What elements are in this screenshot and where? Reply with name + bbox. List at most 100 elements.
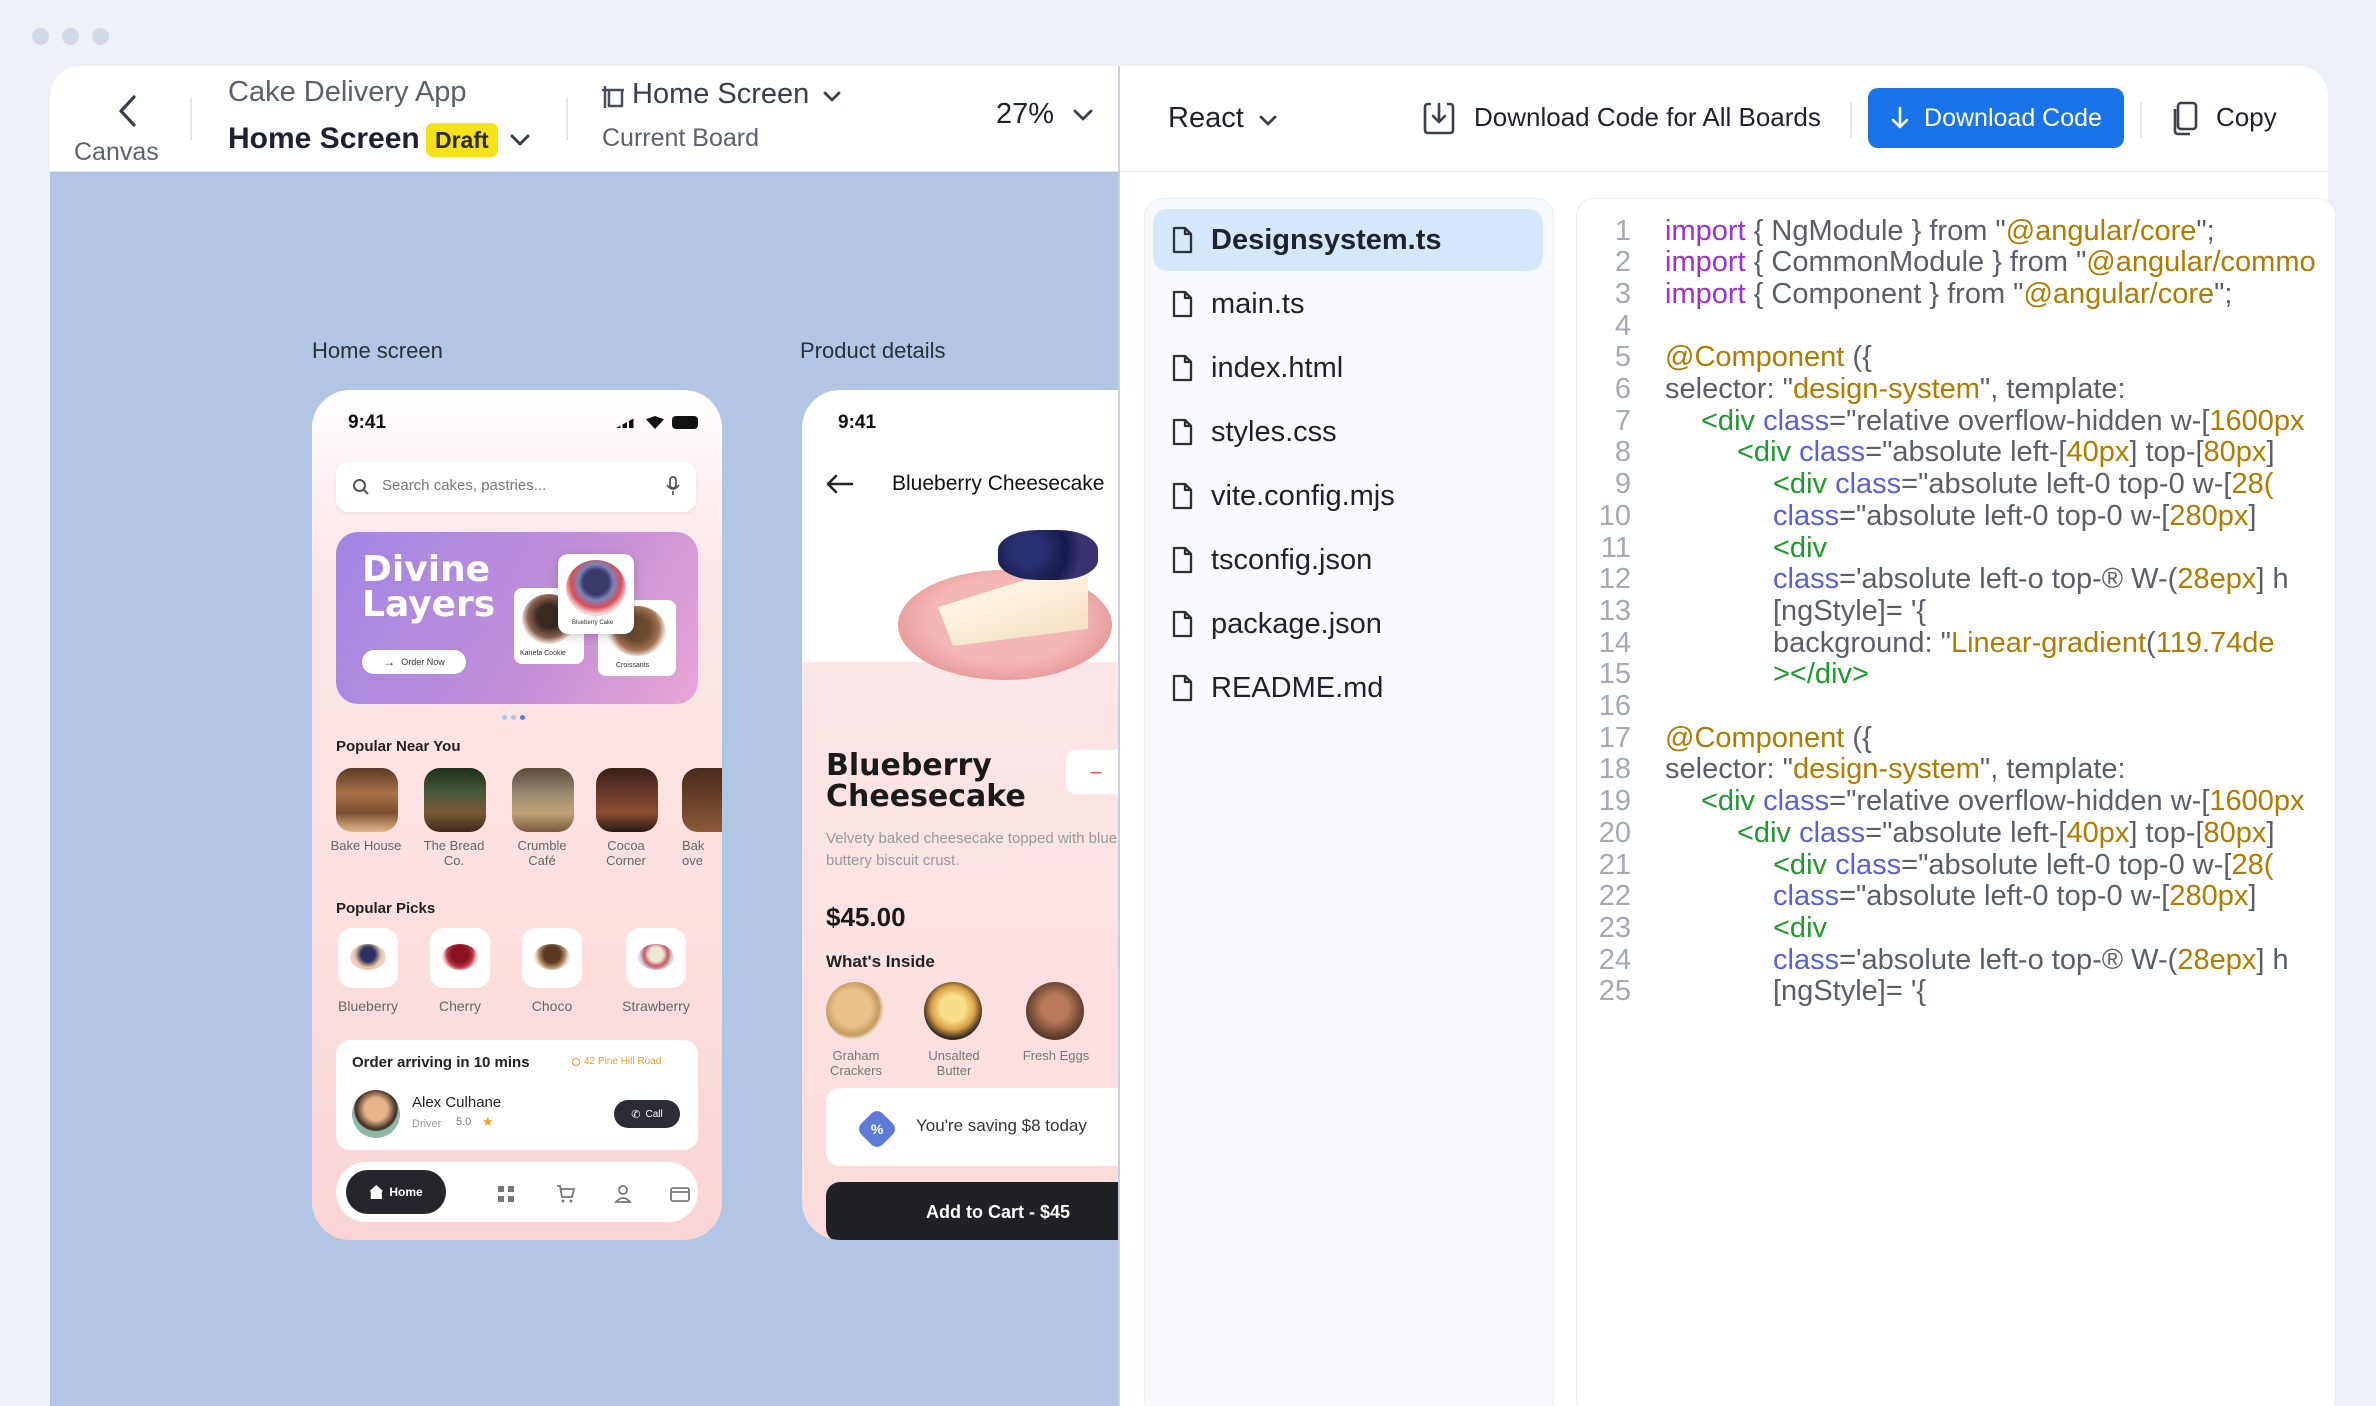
design-canvas[interactable]: Home screen Product details 9:41 Search … [50,172,1118,1406]
microphone-icon[interactable] [666,476,680,496]
copy-button[interactable]: Copy [2172,96,2292,142]
file-item[interactable]: styles.css [1153,401,1543,463]
divider [1850,102,1852,138]
home-screen-frame[interactable]: 9:41 Search cakes, pastries... Divine La… [312,390,722,1240]
file-tree: Designsystem.ts main.ts index.html styles.c… [1144,198,1554,1406]
discount-badge-icon: % [855,1107,899,1151]
banner-card-label: Blueberry Cake [572,620,614,626]
file-item[interactable]: tsconfig.json [1153,529,1543,591]
file-name: main.ts [1211,287,1305,320]
search-bar[interactable]: Search cakes, pastries... [336,462,696,512]
shop-name: The Bread Co. [423,838,485,868]
order-title: Order arriving in 10 mins [352,1054,530,1071]
order-card[interactable]: Order arriving in 10 mins 42 Pine Hill R… [336,1040,698,1150]
banner-card: Blueberry Cake [558,554,634,634]
window-dot[interactable] [32,28,49,45]
file-name: README.md [1211,671,1384,704]
file-item[interactable]: index.html [1153,337,1543,399]
window-dot[interactable] [62,28,79,45]
phone-icon: ✆ [631,1108,641,1121]
code-token: ] [2248,880,2257,913]
order-now-button[interactable]: → Order Now [362,650,466,674]
promo-banner[interactable]: Divine Layers → Order Now Kanefa Cookie … [336,532,698,704]
profile-icon[interactable] [614,1184,632,1204]
pick-thumb [430,928,490,988]
canvas-label: Canvas [74,138,159,166]
saving-text: You're saving $8 today [916,1116,1087,1135]
order-now-label: Order Now [401,657,445,667]
download-all-button[interactable]: Download Code for All Boards [1422,96,1821,142]
line-number: 25 [1598,975,1631,1008]
back-arrow-icon[interactable] [826,474,854,494]
copy-label: Copy [2216,102,2277,132]
star-icon: ★ [482,1114,494,1129]
file-icon [1172,290,1193,318]
download-all-label: Download Code for All Boards [1474,102,1821,132]
file-item[interactable]: vite.config.mjs [1153,465,1543,527]
banner-card-label: Kanefa Cookie [520,650,566,657]
file-name: index.html [1211,351,1344,384]
file-icon [1172,482,1193,510]
frame-label-home: Home screen [312,338,443,363]
call-button[interactable]: ✆ Call [614,1100,680,1128]
code-editor[interactable]: 1 import { NgModule } from " @angular/core… [1576,198,2336,1406]
ingredient-image [1026,982,1084,1040]
quantity-minus-button[interactable]: – [1066,750,1118,794]
ingredient-name: Fresh Eggs [1022,1048,1090,1063]
ingredient-name: Unsalted Butter [928,1048,980,1078]
shop-name: Bak ove [682,838,705,868]
file-item[interactable]: main.ts [1153,273,1543,335]
code-token: ="absolute left-0 top-0 w-[ [1839,880,2170,913]
add-to-cart-button[interactable]: Add to Cart - $45 [826,1182,1118,1240]
zoom-control[interactable]: 27% [996,96,1108,136]
file-name: package.json [1211,607,1382,640]
zoom-level: 27% [996,98,1055,130]
code-token: ] h [2256,943,2289,976]
search-icon [353,479,369,495]
cart-icon[interactable] [556,1184,576,1204]
app-window: Canvas Cake Delivery App Home Screen Dra… [0,0,2376,1406]
window-dot[interactable] [92,28,109,45]
download-code-label: Download Code [1924,103,2102,132]
search-placeholder: Search cakes, pastries... [382,477,547,494]
code-token: ></div> [1773,658,1869,691]
file-icon [1172,226,1193,254]
file-icon [1172,610,1193,638]
file-item[interactable]: README.md [1153,657,1543,719]
file-item[interactable]: Designsystem.ts [1153,209,1543,271]
wallet-icon[interactable] [670,1185,690,1203]
divider [566,98,568,140]
shop-thumb [682,768,722,832]
status-icons [616,416,700,430]
code-token: ="absolute left-0 top-0 w-[ [1839,499,2170,532]
chevron-down-icon[interactable] [508,132,532,148]
picks-list: Blueberry Cherry Choco Strawberry [328,928,708,1028]
nav-home[interactable]: Home [346,1170,446,1214]
code-token: ] [2248,499,2257,532]
framework-label: React [1168,102,1244,134]
arrow-right-icon: → [383,655,396,669]
pick-name: Strawberry [622,998,690,1014]
product-details-frame[interactable]: 9:41 Blueberry Cheesecake Blueberry Chee… [802,390,1118,1240]
ingredient-image [924,982,982,1040]
shop-thumb [336,768,398,832]
product-description: Velvety baked cheesecake topped with blu… [826,830,1118,869]
code-token: @angular/core [2023,277,2215,310]
shop-name: Crumble Café [517,838,567,868]
board-selector[interactable]: Home Screen [600,78,841,114]
grid-icon[interactable] [498,1186,514,1202]
banner-title: Divine Layers [362,549,496,625]
back-to-canvas-button[interactable]: Canvas [64,80,159,166]
shop-thumb [424,768,486,832]
code-token: ] h [2256,563,2289,596]
arrow-down-icon [1891,106,1909,129]
framework-select[interactable]: React [1168,100,1288,140]
file-item[interactable]: package.json [1153,593,1543,655]
code-line: 3 import { Component } from " @angular/cor… [1577,270,2233,318]
code-token: 280px [2169,880,2249,913]
download-code-button[interactable]: Download Code [1868,88,2124,148]
file-icon [1172,354,1193,382]
frame-icon [602,86,624,108]
code-token: 28epx [2177,943,2257,976]
saving-banner: % You're saving $8 today [826,1088,1118,1166]
